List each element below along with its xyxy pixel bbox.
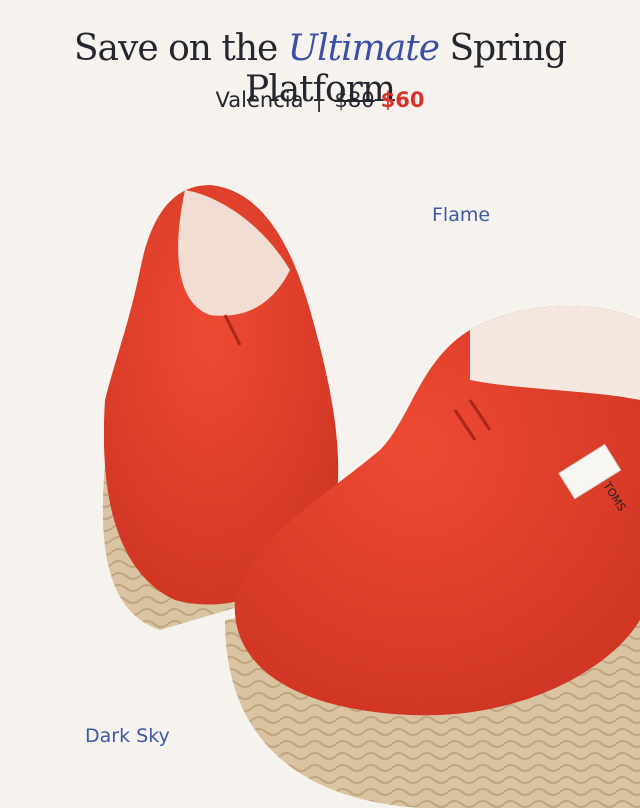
original-price: $80 xyxy=(334,88,375,112)
color-label-flame[interactable]: Flame xyxy=(432,204,490,226)
color-label-dark-sky[interactable]: Dark Sky xyxy=(85,725,170,747)
separator: | xyxy=(315,88,323,112)
product-name: Valencia xyxy=(215,88,304,112)
product-price-line: Valencia | $80 $60 xyxy=(0,88,640,112)
headline-prefix: Save on the xyxy=(73,28,278,69)
sale-price: $60 xyxy=(380,88,425,112)
headline-accent: Ultimate xyxy=(287,28,440,69)
product-image[interactable]: TOMS xyxy=(0,150,640,808)
